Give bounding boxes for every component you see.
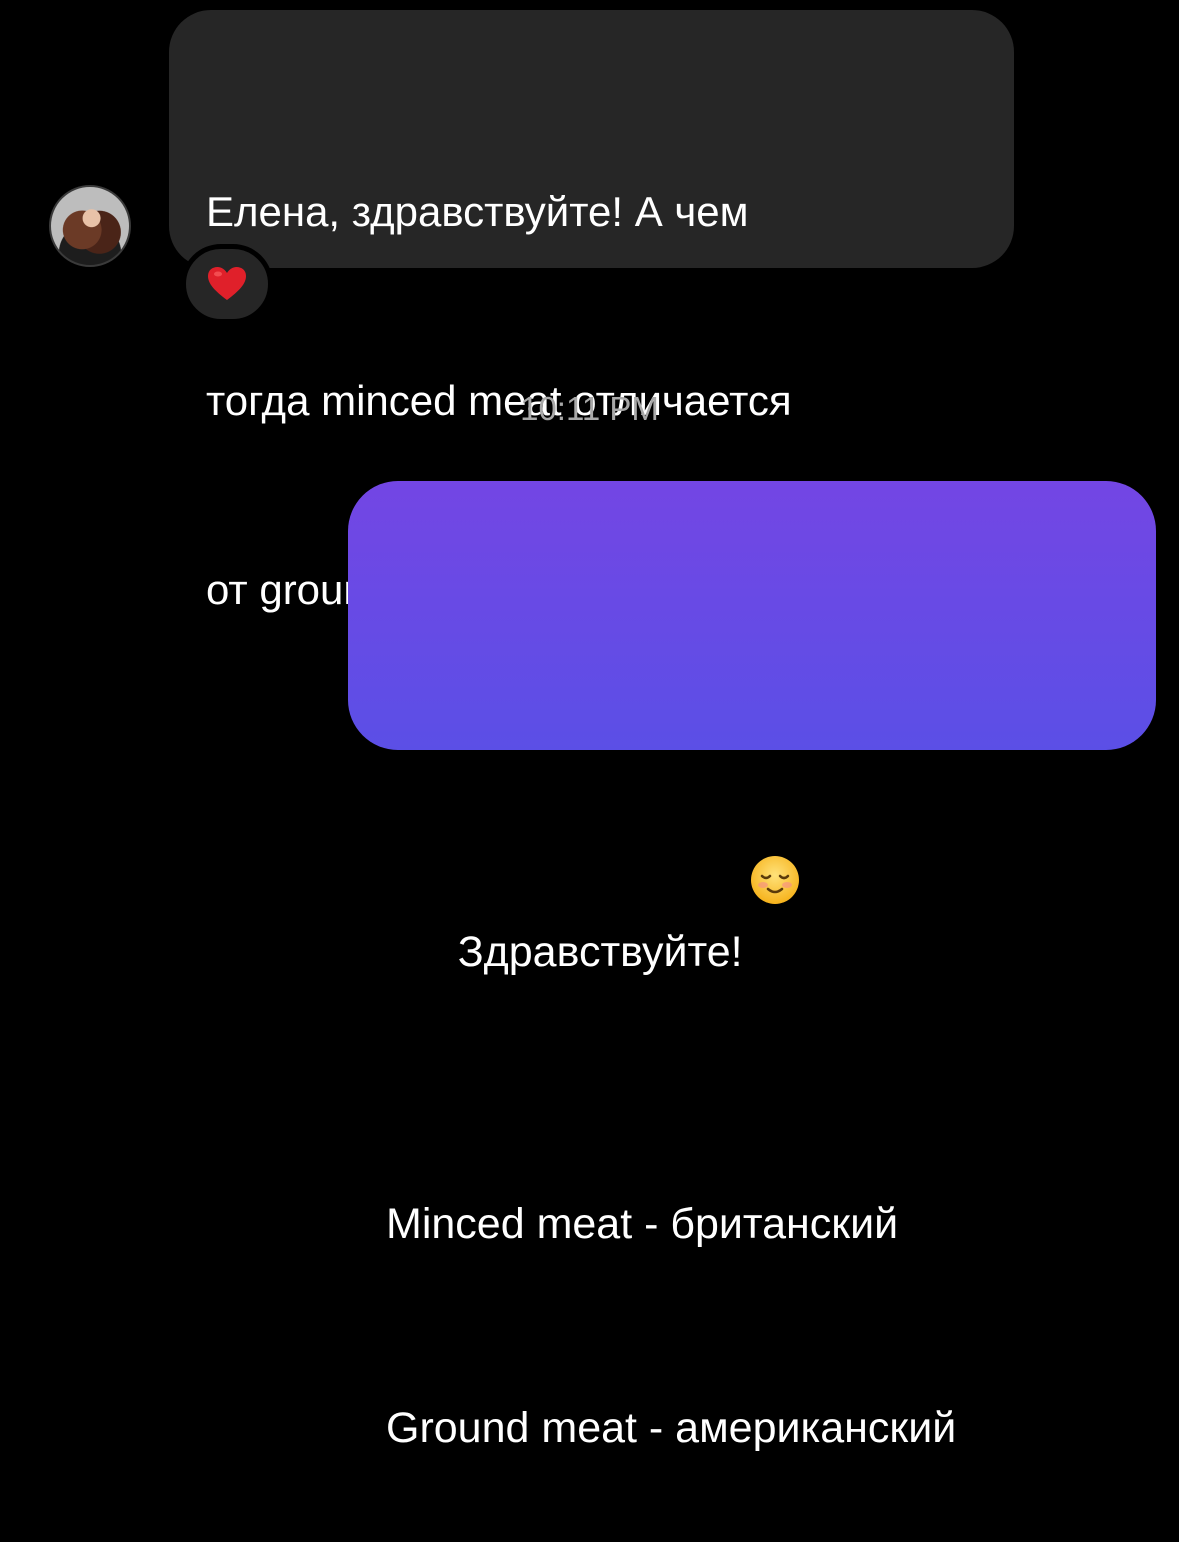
incoming-message-line: Елена, здравствуйте! А чем [206, 188, 749, 235]
outgoing-message-line: Здравствуйте! [386, 650, 1126, 1054]
message-reaction[interactable] [181, 244, 273, 324]
outgoing-message-text: Здравствуйте! Minced meat - британский G… [386, 514, 1126, 1542]
outgoing-greeting: Здравствуйте! [457, 928, 743, 976]
outgoing-message-bubble[interactable]: Здравствуйте! Minced meat - британский G… [348, 481, 1156, 1452]
message-timestamp: 10:11 PM [520, 390, 659, 427]
outgoing-message-line: Minced meat - британский [386, 1200, 899, 1248]
avatar[interactable] [49, 185, 131, 267]
smiling-face-icon [749, 718, 801, 904]
heart-icon [207, 266, 247, 302]
outgoing-message-line: Ground meat - американский [386, 1404, 957, 1452]
incoming-message-bubble[interactable]: Елена, здравствуйте! А чем тогда minced … [169, 10, 1014, 613]
